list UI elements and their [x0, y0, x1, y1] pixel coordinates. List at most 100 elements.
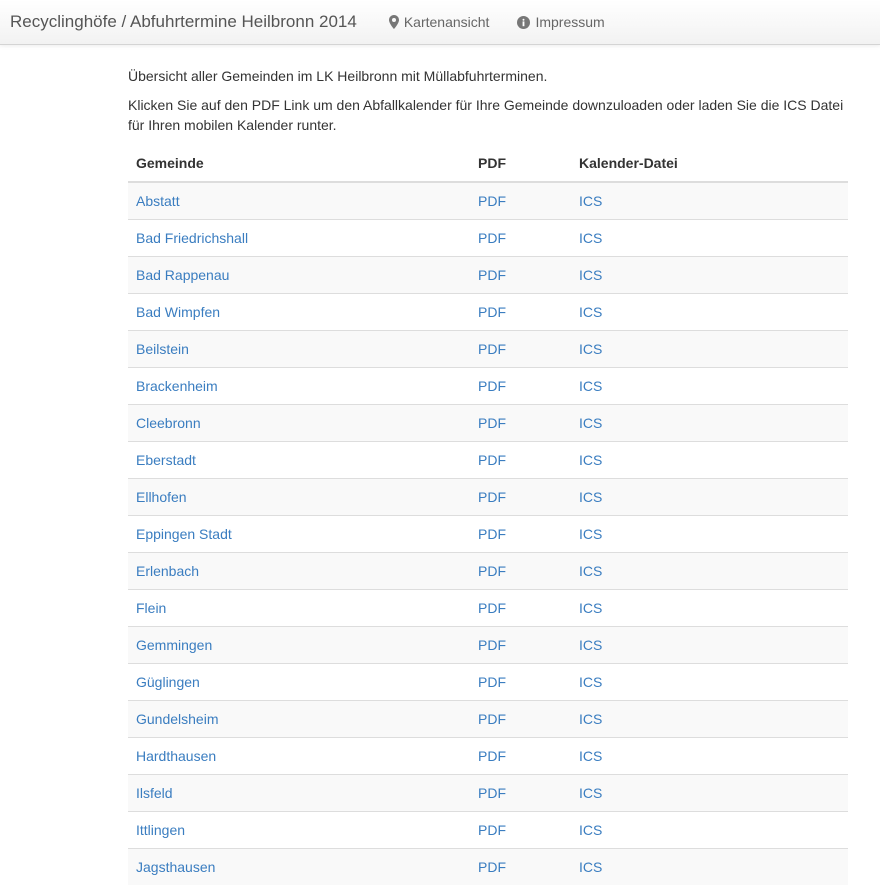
- table-cell: Jagsthausen: [128, 847, 470, 885]
- table-cell: PDF: [470, 588, 571, 626]
- ics-link[interactable]: ICS: [579, 193, 602, 209]
- pdf-link[interactable]: PDF: [478, 600, 506, 616]
- pdf-link[interactable]: PDF: [478, 711, 506, 727]
- table-cell: PDF: [470, 773, 571, 811]
- table-row: Abstatt PDF ICS: [128, 181, 848, 219]
- table-cell: PDF: [470, 329, 571, 367]
- table-row: Bad Wimpfen PDF ICS: [128, 292, 848, 330]
- ics-link[interactable]: ICS: [579, 415, 602, 431]
- pdf-link[interactable]: PDF: [478, 230, 506, 246]
- table-row: Ittlingen PDF ICS: [128, 810, 848, 848]
- table-cell: PDF: [470, 403, 571, 441]
- pdf-link[interactable]: PDF: [478, 378, 506, 394]
- pdf-link[interactable]: PDF: [478, 452, 506, 468]
- table-cell: ICS: [571, 810, 848, 848]
- gemeinde-link[interactable]: Hardthausen: [136, 748, 216, 764]
- table-cell: Erlenbach: [128, 551, 470, 589]
- gemeinde-link[interactable]: Cleebronn: [136, 415, 201, 431]
- gemeinde-link[interactable]: Beilstein: [136, 341, 189, 357]
- gemeinde-link[interactable]: Flein: [136, 600, 166, 616]
- pdf-link[interactable]: PDF: [478, 341, 506, 357]
- pdf-link[interactable]: PDF: [478, 674, 506, 690]
- pdf-link[interactable]: PDF: [478, 304, 506, 320]
- ics-link[interactable]: ICS: [579, 378, 602, 394]
- gemeinde-link[interactable]: Gundelsheim: [136, 711, 219, 727]
- ics-link[interactable]: ICS: [579, 674, 602, 690]
- table-cell: Brackenheim: [128, 366, 470, 404]
- pdf-link[interactable]: PDF: [478, 267, 506, 283]
- table-cell: PDF: [470, 699, 571, 737]
- pdf-link[interactable]: PDF: [478, 489, 506, 505]
- pdf-link[interactable]: PDF: [478, 748, 506, 764]
- nav-kartenansicht[interactable]: Kartenansicht: [388, 14, 489, 30]
- table-cell: Bad Wimpfen: [128, 292, 470, 330]
- gemeinde-link[interactable]: Eberstadt: [136, 452, 196, 468]
- header-pdf: PDF: [470, 145, 571, 183]
- gemeinde-link[interactable]: Bad Wimpfen: [136, 304, 220, 320]
- ics-link[interactable]: ICS: [579, 711, 602, 727]
- table-cell: ICS: [571, 440, 848, 478]
- ics-link[interactable]: ICS: [579, 859, 602, 875]
- ics-link[interactable]: ICS: [579, 304, 602, 320]
- table-cell: ICS: [571, 625, 848, 663]
- table-row: Jagsthausen PDF ICS: [128, 847, 848, 885]
- pdf-link[interactable]: PDF: [478, 526, 506, 542]
- table-cell: ICS: [571, 662, 848, 700]
- gemeinde-link[interactable]: Ellhofen: [136, 489, 187, 505]
- table-cell: PDF: [470, 810, 571, 848]
- gemeinde-link[interactable]: Ilsfeld: [136, 785, 173, 801]
- ics-link[interactable]: ICS: [579, 600, 602, 616]
- table-cell: ICS: [571, 514, 848, 552]
- table-cell: PDF: [470, 477, 571, 515]
- ics-link[interactable]: ICS: [579, 489, 602, 505]
- ics-link[interactable]: ICS: [579, 267, 602, 283]
- ics-link[interactable]: ICS: [579, 526, 602, 542]
- ics-link[interactable]: ICS: [579, 230, 602, 246]
- info-circle-icon: [517, 15, 531, 29]
- table-cell: ICS: [571, 181, 848, 219]
- table-cell: ICS: [571, 773, 848, 811]
- table-cell: Gemmingen: [128, 625, 470, 663]
- table-cell: ICS: [571, 403, 848, 441]
- pdf-link[interactable]: PDF: [478, 563, 506, 579]
- brand-link[interactable]: Recyclinghöfe / Abfuhrtermine Heilbronn …: [10, 12, 357, 32]
- gemeinde-link[interactable]: Jagsthausen: [136, 859, 215, 875]
- table-cell: PDF: [470, 440, 571, 478]
- pdf-link[interactable]: PDF: [478, 193, 506, 209]
- table-cell: ICS: [571, 329, 848, 367]
- table-row: Ellhofen PDF ICS: [128, 477, 848, 515]
- pdf-link[interactable]: PDF: [478, 415, 506, 431]
- ics-link[interactable]: ICS: [579, 637, 602, 653]
- pdf-link[interactable]: PDF: [478, 785, 506, 801]
- gemeinde-link[interactable]: Abstatt: [136, 193, 180, 209]
- table-row: Hardthausen PDF ICS: [128, 736, 848, 774]
- table-cell: PDF: [470, 292, 571, 330]
- gemeinde-link[interactable]: Bad Friedrichshall: [136, 230, 248, 246]
- gemeinde-link[interactable]: Ittlingen: [136, 822, 185, 838]
- pdf-link[interactable]: PDF: [478, 859, 506, 875]
- ics-link[interactable]: ICS: [579, 563, 602, 579]
- table-row: Ilsfeld PDF ICS: [128, 773, 848, 811]
- gemeinde-link[interactable]: Bad Rappenau: [136, 267, 229, 283]
- ics-link[interactable]: ICS: [579, 785, 602, 801]
- table-cell: ICS: [571, 218, 848, 256]
- gemeinde-link[interactable]: Brackenheim: [136, 378, 218, 394]
- ics-link[interactable]: ICS: [579, 341, 602, 357]
- table-cell: ICS: [571, 699, 848, 737]
- ics-link[interactable]: ICS: [579, 748, 602, 764]
- gemeinde-link[interactable]: Güglingen: [136, 674, 200, 690]
- table-row: Eppingen Stadt PDF ICS: [128, 514, 848, 552]
- nav-impressum[interactable]: Impressum: [517, 14, 605, 30]
- table-row: Erlenbach PDF ICS: [128, 551, 848, 589]
- gemeinde-link[interactable]: Eppingen Stadt: [136, 526, 232, 542]
- ics-link[interactable]: ICS: [579, 452, 602, 468]
- gemeinde-link[interactable]: Erlenbach: [136, 563, 199, 579]
- ics-link[interactable]: ICS: [579, 822, 602, 838]
- pdf-link[interactable]: PDF: [478, 637, 506, 653]
- table-cell: PDF: [470, 662, 571, 700]
- pdf-link[interactable]: PDF: [478, 822, 506, 838]
- gemeinde-link[interactable]: Gemmingen: [136, 637, 212, 653]
- table-cell: PDF: [470, 181, 571, 219]
- table-cell: PDF: [470, 847, 571, 885]
- table-row: Brackenheim PDF ICS: [128, 366, 848, 404]
